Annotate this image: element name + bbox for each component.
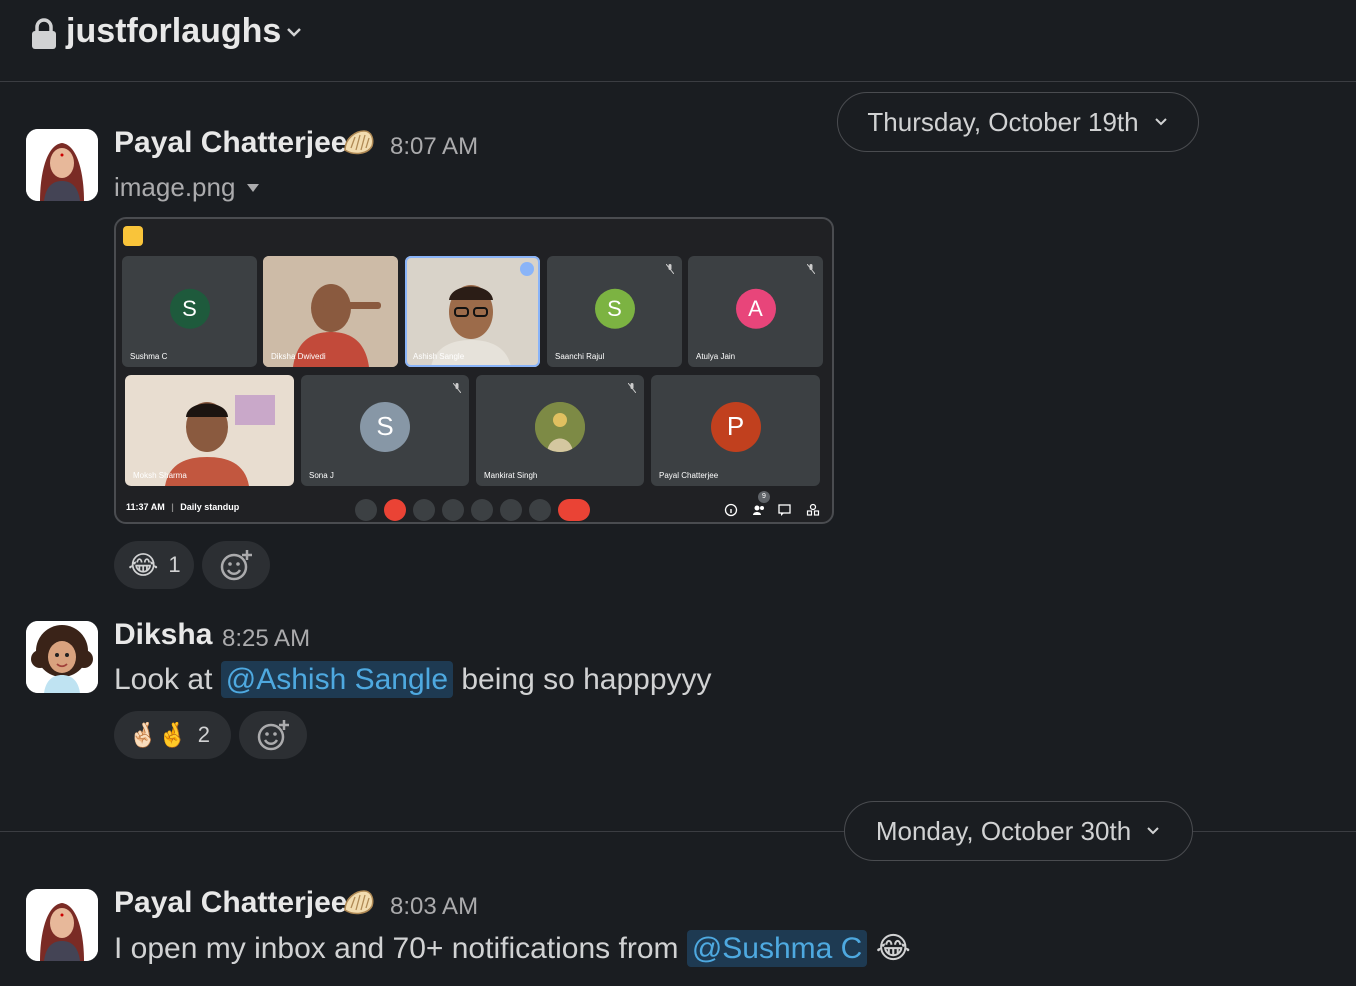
participant-tile: S Sona J (301, 375, 469, 486)
participant-video (405, 256, 540, 367)
reaction-pill[interactable]: 😂 1 (114, 541, 194, 589)
participant-name: Sona J (309, 471, 334, 480)
avatar[interactable] (26, 129, 98, 201)
avatar[interactable] (26, 621, 98, 693)
add-reaction-icon (257, 720, 289, 751)
lock-icon (32, 18, 56, 49)
meeting-info: 11:37 AM | Daily standup (126, 502, 240, 512)
file-name[interactable]: image.png (114, 172, 235, 203)
participant-name: Moksh Sharma (133, 471, 187, 480)
caret-down-icon[interactable] (246, 183, 260, 193)
reaction-emoji: 🤞🏻🤞 (128, 721, 188, 749)
participant-tile: Diksha Dwivedi (263, 256, 398, 367)
message-text: Look at @Ashish Sangle being so happpyyy (114, 661, 712, 698)
author-name[interactable]: Payal Chatterjee (114, 886, 347, 920)
people-count-badge: 9 (758, 491, 770, 503)
reaction-pill[interactable]: 🤞🏻🤞 2 (114, 711, 231, 759)
participant-name: Payal Chatterjee (659, 471, 719, 480)
date-divider-oct-30[interactable]: Monday, October 30th (844, 801, 1193, 861)
participant-name: Ashish Sangle (413, 352, 465, 361)
timestamp[interactable]: 8:07 AM (390, 133, 478, 161)
camera-off-icon (384, 499, 406, 521)
channel-name[interactable]: justforlaughs (66, 12, 281, 51)
participant-tile: S Sushma C (122, 256, 257, 367)
user-mention[interactable]: @Sushma C (686, 930, 868, 967)
message-text-part: Look at (114, 663, 213, 696)
user-mention[interactable]: @Ashish Sangle (220, 661, 454, 698)
reaction-count: 1 (168, 552, 181, 577)
meeting-clock: 11:37 AM (126, 502, 165, 512)
more-options-icon (520, 262, 534, 276)
timestamp[interactable]: 8:03 AM (390, 893, 478, 921)
meeting-name: Daily standup (180, 502, 240, 512)
message-text-part: being so happpyyy (461, 663, 712, 696)
dumpling-icon (344, 890, 374, 915)
participant-name: Mankirat Singh (484, 471, 538, 480)
add-reaction-button[interactable] (239, 711, 307, 759)
mic-off-icon (807, 264, 815, 274)
add-reaction-button[interactable] (202, 541, 270, 589)
timestamp[interactable]: 8:25 AM (222, 625, 310, 653)
participant-avatar: P (710, 401, 761, 452)
reaction-emoji: 😂 (128, 549, 159, 580)
avatar[interactable] (26, 889, 98, 961)
end-call-icon (558, 499, 590, 521)
chevron-down-icon[interactable] (284, 24, 304, 40)
dumpling-icon (344, 130, 374, 155)
image-attachment[interactable]: S Sushma C Diksha Dwivedi Ashish Sangle … (114, 217, 834, 524)
mic-off-icon (453, 383, 461, 393)
participant-avatar (535, 401, 585, 452)
message-emoji: 😂 (875, 932, 911, 965)
participant-video (125, 375, 294, 486)
participant-name: Diksha Dwivedi (271, 352, 326, 361)
message-text-part: I open my inbox and 70+ notifications fr… (114, 932, 679, 965)
message-text: I open my inbox and 70+ notifications fr… (114, 930, 911, 967)
chat-icon (778, 504, 791, 516)
participant-name: Sushma C (130, 352, 168, 361)
participant-name: Atulya Jain (696, 352, 736, 361)
activities-icon (806, 503, 820, 516)
participant-tile: Mankirat Singh (476, 375, 644, 486)
participant-avatar: S (360, 401, 410, 452)
date-label: Monday, October 30th (875, 815, 1132, 846)
participant-avatar: S (594, 288, 635, 329)
channel-header: justforlaughs (0, 0, 1356, 82)
author-name[interactable]: Payal Chatterjee (114, 126, 347, 160)
present-icon (471, 499, 493, 521)
info-icon (724, 503, 738, 517)
chevron-down-icon (1147, 827, 1159, 835)
recording-icon (123, 226, 143, 246)
participant-tile: S Saanchi Rajul (547, 256, 682, 367)
people-icon (753, 505, 764, 515)
mic-icon (355, 499, 377, 521)
date-divider-oct-19[interactable]: Thursday, October 19th (837, 92, 1199, 152)
participant-tile: Moksh Sharma (125, 375, 294, 486)
participant-avatar: S (169, 288, 210, 329)
participant-tile: P Payal Chatterjee (651, 375, 820, 486)
reaction-count: 2 (197, 722, 211, 747)
captions-icon (413, 499, 435, 521)
participant-tile-active: Ashish Sangle (405, 256, 540, 367)
author-name[interactable]: Diksha (114, 618, 212, 652)
emoji-icon (442, 499, 464, 521)
add-reaction-icon (220, 550, 252, 581)
participant-video (263, 256, 398, 367)
mic-off-icon (628, 383, 636, 393)
more-options-icon (529, 499, 551, 521)
participant-name: Saanchi Rajul (555, 352, 605, 361)
date-label: Thursday, October 19th (867, 106, 1139, 137)
chevron-down-icon (1154, 118, 1167, 126)
participant-avatar: A (735, 288, 776, 329)
mic-off-icon (666, 264, 674, 274)
participant-tile: A Atulya Jain (688, 256, 823, 367)
raise-hand-icon (500, 499, 522, 521)
